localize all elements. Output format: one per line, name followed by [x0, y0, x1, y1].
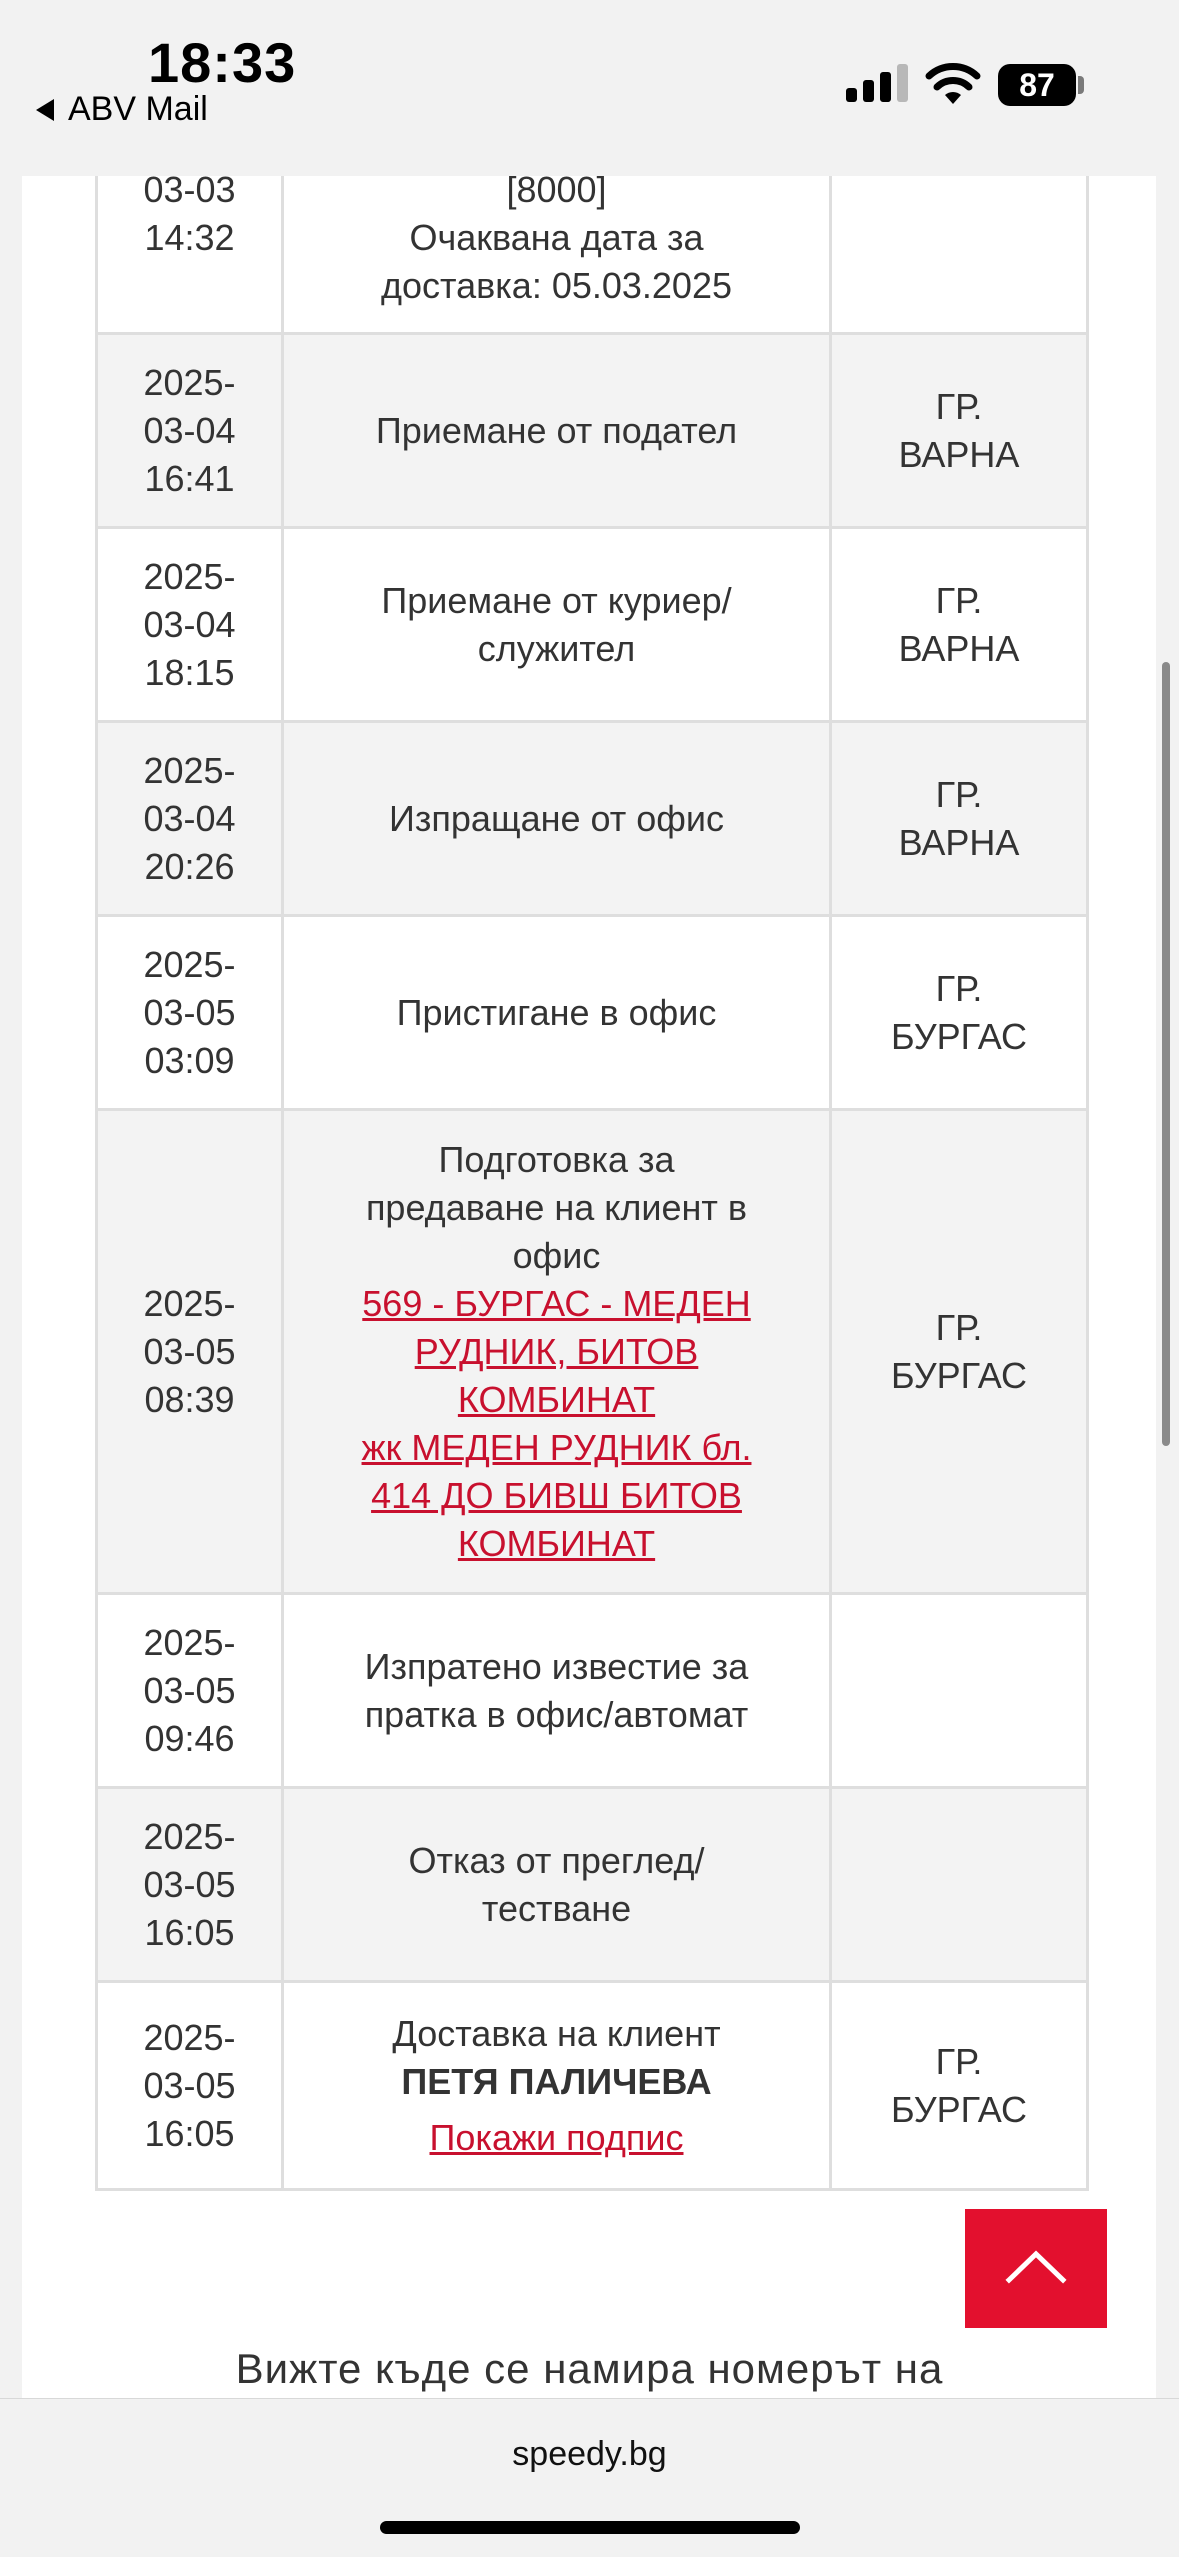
event-date: 2025- 03-05 09:46: [95, 1592, 284, 1789]
event-date: 2025- 03-04 20:26: [95, 720, 284, 917]
battery-tip: [1078, 76, 1084, 94]
event-location: [829, 1786, 1089, 1983]
event-date: 2025- 03-04 18:15: [95, 526, 284, 723]
event-description: Отказ от преглед/тестване: [281, 1786, 832, 1983]
event-location: ГР. ВАРНА: [829, 720, 1089, 917]
table-row: 2025- 03-05 09:46 Изпратено известие за пра…: [95, 1592, 1089, 1789]
tracking-history-table: 03-03 14:32 [8000] Очаквана дата за доставк…: [95, 176, 1089, 2191]
event-location: ГР. БУРГАС: [829, 914, 1089, 1111]
event-description: Доставка на клиент ПЕТЯ ПАЛИЧЕВА Покажи …: [281, 1980, 832, 2191]
table-row: 2025- 03-05 03:09 Пристигане в офис ГР. БУР…: [95, 914, 1089, 1111]
table-row: 2025- 03-04 20:26 Изпращане от офис ГР. ВАР…: [95, 720, 1089, 917]
event-description: Изпратено известие за пратка в офис/автом…: [281, 1592, 832, 1789]
event-description: Подготовка за предаване на клиент в офис 5…: [281, 1108, 832, 1595]
back-to-app-button[interactable]: ABV Mail: [36, 90, 208, 129]
status-bar: 18:33 ABV Mail 87: [0, 0, 1179, 176]
event-location: [829, 1592, 1089, 1789]
event-location: ГР. БУРГАС: [829, 1108, 1089, 1595]
table-row: 2025- 03-04 18:15 Приемане от куриер/служи…: [95, 526, 1089, 723]
event-location: ГР. БУРГАС: [829, 1980, 1089, 2191]
wifi-icon: [925, 63, 981, 104]
event-description: Приемане от куриер/служител: [281, 526, 832, 723]
event-date: 03-03 14:32: [95, 176, 284, 335]
event-description: Приемане от подател: [281, 332, 832, 529]
event-location: ГР. ВАРНА: [829, 526, 1089, 723]
footer-hint-text: Вижте къде се намира номерът на: [235, 2345, 944, 2392]
event-date: 2025- 03-05 03:09: [95, 914, 284, 1111]
home-indicator[interactable]: [380, 2521, 800, 2534]
event-date: 2025- 03-05 08:39: [95, 1108, 284, 1595]
table-row: 2025- 03-05 16:05 Отказ от преглед/тестван…: [95, 1786, 1089, 1983]
address-bar[interactable]: speedy.bg: [0, 2435, 1179, 2474]
event-date: 2025- 03-05 16:05: [95, 1980, 284, 2191]
battery-icon: 87: [998, 64, 1076, 106]
event-date: 2025- 03-05 16:05: [95, 1786, 284, 1983]
table-row: 03-03 14:32 [8000] Очаквана дата за доставк…: [95, 176, 1089, 335]
show-signature-link[interactable]: Покажи подпис: [430, 2114, 684, 2162]
event-description: Изпращане от офис: [281, 720, 832, 917]
table-row: 2025- 03-05 16:05 Доставка на клиент ПЕТЯ …: [95, 1980, 1089, 2191]
clock: 18:33: [148, 31, 297, 94]
office-link[interactable]: 569 - БУРГАС - МЕДЕН РУДНИК, БИТОВ КОМБИНА…: [362, 1283, 750, 1420]
web-page: 03-03 14:32 [8000] Очаквана дата за доставк…: [22, 176, 1156, 2398]
event-date: 2025- 03-04 16:41: [95, 332, 284, 529]
chevron-up-icon: [1005, 2250, 1067, 2284]
scroll-to-top-button[interactable]: [965, 2209, 1107, 2328]
back-app-label: ABV Mail: [68, 90, 208, 128]
event-description: Пристигане в офис: [281, 914, 832, 1111]
office-address-link[interactable]: жк МЕДЕН РУДНИК бл. 414 ДО БИВШ БИТОВ КОМБ…: [362, 1427, 752, 1564]
table-row: 2025- 03-04 16:41 Приемане от подател ГР. В…: [95, 332, 1089, 529]
battery-level: 87: [1019, 66, 1055, 103]
browser-bottom-bar: speedy.bg: [0, 2398, 1179, 2557]
cellular-signal-icon: [846, 64, 908, 102]
table-row: 2025- 03-05 08:39 Подготовка за предаване н…: [95, 1108, 1089, 1595]
recipient-name: ПЕТЯ ПАЛИЧЕВА: [401, 2060, 712, 2102]
event-description: [8000] Очаквана дата за доставка: 05.03.20…: [281, 176, 832, 335]
page-scrollbar[interactable]: [1162, 662, 1170, 1446]
event-location: ГР. ВАРНА: [829, 332, 1089, 529]
back-triangle-icon: [36, 98, 54, 121]
event-location: [829, 176, 1089, 335]
